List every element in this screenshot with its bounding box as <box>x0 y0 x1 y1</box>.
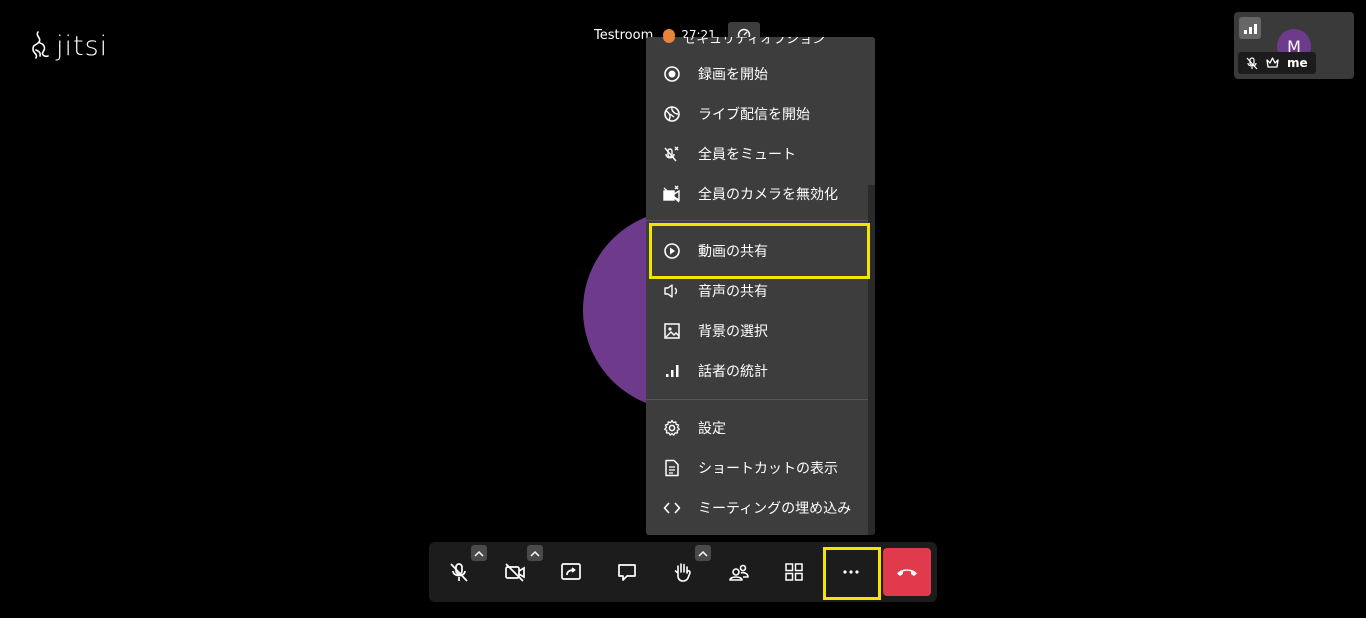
jitsi-logo[interactable]: jitsi <box>30 30 108 62</box>
participants-button[interactable] <box>717 550 761 594</box>
menu-divider <box>646 220 868 221</box>
live-stream-icon <box>663 105 681 123</box>
more-options-button[interactable] <box>829 550 873 594</box>
screen-share-icon <box>561 563 581 580</box>
menu-item-label: 全員をミュート <box>698 147 796 163</box>
menu-item-label: 設定 <box>698 421 726 437</box>
jitsi-logo-icon <box>32 31 49 59</box>
menu-item-label: ライブ配信を開始 <box>698 107 810 123</box>
security-shield-icon <box>663 37 675 43</box>
menu-item-disable-everyone-camera[interactable]: 全員のカメラを無効化 <box>646 174 868 214</box>
leave-meeting-button[interactable] <box>883 548 931 596</box>
menu-item-security-options[interactable]: セキュリティオプション <box>646 37 868 47</box>
code-icon <box>663 499 681 517</box>
menu-item-share-video[interactable]: 動画の共有 <box>646 231 868 271</box>
menu-scrollbar[interactable] <box>868 185 875 535</box>
speaker-icon <box>663 282 681 300</box>
menu-item-label: 音声の共有 <box>698 284 768 300</box>
thumbnail-name-bar: me <box>1238 52 1316 74</box>
menu-item-label: セキュリティオプション <box>683 37 826 47</box>
more-icon <box>843 570 859 574</box>
mute-everyone-icon <box>663 145 681 163</box>
tile-view-button[interactable] <box>772 550 816 594</box>
menu-item-start-recording[interactable]: 録画を開始 <box>646 54 868 94</box>
gear-icon <box>663 419 681 437</box>
stats-icon <box>663 362 681 380</box>
mic-muted-icon <box>1246 56 1258 69</box>
microphone-options-chevron-up-icon[interactable] <box>471 545 487 561</box>
grid-icon <box>785 563 803 581</box>
menu-item-label: ミーティングの埋め込み <box>698 501 852 517</box>
menu-item-show-shortcuts[interactable]: ショートカットの表示 <box>646 448 868 488</box>
menu-item-start-live-stream[interactable]: ライブ配信を開始 <box>646 94 868 134</box>
menu-item-mute-everyone[interactable]: 全員をミュート <box>646 134 868 174</box>
local-video-thumbnail[interactable]: M me <box>1234 12 1354 79</box>
menu-item-settings[interactable]: 設定 <box>646 408 868 448</box>
camera-options-chevron-up-icon[interactable] <box>527 545 543 561</box>
image-icon <box>663 322 681 340</box>
menu-item-embed-meeting[interactable]: ミーティングの埋め込み <box>646 488 868 528</box>
menu-item-share-audio[interactable]: 音声の共有 <box>646 271 868 311</box>
chat-icon <box>618 564 636 581</box>
moderator-icon <box>1266 57 1279 68</box>
document-icon <box>663 459 681 477</box>
participant-name: me <box>1287 56 1308 70</box>
record-icon <box>663 65 681 83</box>
hangup-icon <box>897 569 917 576</box>
toolbox <box>429 542 937 602</box>
menu-item-select-background[interactable]: 背景の選択 <box>646 311 868 351</box>
menu-item-label: 背景の選択 <box>698 324 768 340</box>
menu-item-label: 録画を開始 <box>698 67 768 83</box>
menu-item-speaker-stats[interactable]: 話者の統計 <box>646 351 868 391</box>
overflow-menu: セキュリティオプション 録画を開始 ライブ配信を開始 全員をミュート 全員のカメ… <box>646 37 875 535</box>
hand-icon <box>674 563 691 582</box>
reactions-chevron-up-icon[interactable] <box>695 545 711 561</box>
share-screen-button[interactable] <box>549 550 593 594</box>
menu-item-label: 動画の共有 <box>698 244 768 260</box>
connection-indicator-icon[interactable] <box>1239 17 1261 39</box>
chat-button[interactable] <box>605 550 649 594</box>
participants-icon <box>729 564 749 581</box>
menu-item-label: 話者の統計 <box>698 364 768 380</box>
camera-off-everyone-icon <box>663 185 681 203</box>
menu-item-label: ショートカットの表示 <box>698 461 838 477</box>
logo-text: jitsi <box>56 30 109 62</box>
menu-item-label: 全員のカメラを無効化 <box>698 187 838 203</box>
play-icon <box>663 242 681 260</box>
menu-divider <box>646 399 868 400</box>
mic-off-icon <box>450 563 468 582</box>
camera-off-icon <box>505 563 525 582</box>
